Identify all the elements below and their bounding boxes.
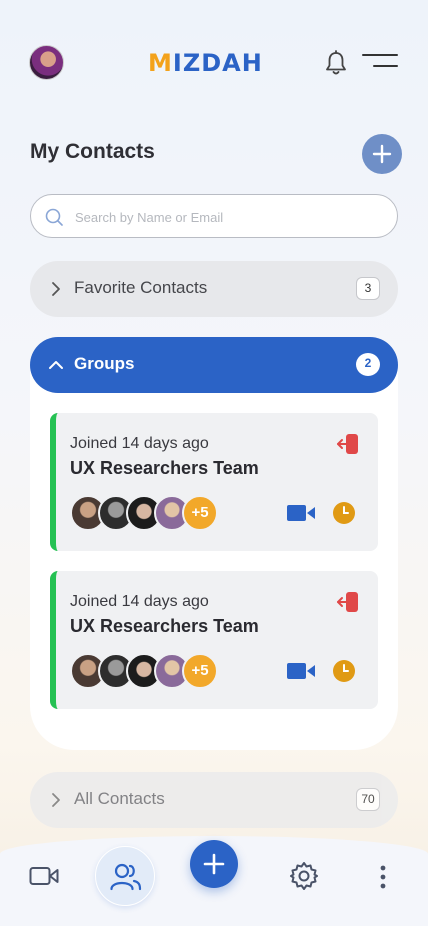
- add-fab-button[interactable]: [190, 840, 238, 888]
- search-bar[interactable]: [30, 194, 398, 238]
- logo-text: IZDAH: [172, 49, 263, 77]
- chevron-up-icon: [49, 361, 63, 369]
- favorite-contacts-section[interactable]: Favorite Contacts 3: [30, 261, 398, 317]
- section-label: Groups: [74, 354, 135, 373]
- group-card[interactable]: Joined 14 days ago UX Researchers Team +…: [50, 413, 378, 551]
- group-joined-date: Joined 14 days ago: [70, 593, 209, 610]
- bell-icon[interactable]: [325, 50, 347, 76]
- search-icon: [45, 208, 63, 226]
- section-label: Favorite Contacts: [74, 278, 208, 297]
- contacts-icon: [110, 863, 142, 891]
- groups-section[interactable]: Groups 2: [30, 337, 398, 393]
- plus-icon: [372, 144, 392, 164]
- more-vertical-icon[interactable]: [378, 864, 388, 890]
- page-title: My Contacts: [30, 140, 155, 163]
- menu-icon[interactable]: [362, 52, 398, 70]
- group-card[interactable]: Joined 14 days ago UX Researchers Team +…: [50, 571, 378, 709]
- chevron-right-icon: [52, 793, 60, 807]
- group-joined-date: Joined 14 days ago: [70, 435, 209, 452]
- chevron-right-icon: [52, 282, 60, 296]
- clock-icon[interactable]: [332, 501, 356, 525]
- more-members-badge[interactable]: +5: [182, 653, 218, 689]
- clock-icon[interactable]: [332, 659, 356, 683]
- group-members[interactable]: +5: [70, 495, 230, 531]
- count-badge: 3: [356, 277, 380, 300]
- video-call-icon[interactable]: [287, 662, 315, 680]
- search-input[interactable]: [75, 205, 375, 229]
- count-badge: 70: [356, 788, 380, 811]
- contacts-tab[interactable]: [95, 846, 155, 906]
- app-logo: MIZDAH: [148, 48, 280, 78]
- video-call-icon[interactable]: [287, 504, 315, 522]
- all-contacts-section[interactable]: All Contacts 70: [30, 772, 398, 828]
- count-badge: 2: [356, 353, 380, 376]
- group-name: UX Researchers Team: [70, 458, 259, 478]
- group-members[interactable]: +5: [70, 653, 230, 689]
- add-icon: [203, 853, 225, 875]
- profile-avatar[interactable]: [29, 45, 64, 80]
- leave-group-icon[interactable]: [336, 591, 360, 613]
- video-icon[interactable]: [29, 864, 59, 888]
- group-name: UX Researchers Team: [70, 616, 259, 636]
- section-label: All Contacts: [74, 789, 165, 808]
- leave-group-icon[interactable]: [336, 433, 360, 455]
- add-contact-button[interactable]: [362, 134, 402, 174]
- logo-m: M: [148, 49, 173, 77]
- more-members-badge[interactable]: +5: [182, 495, 218, 531]
- settings-icon[interactable]: [289, 861, 319, 891]
